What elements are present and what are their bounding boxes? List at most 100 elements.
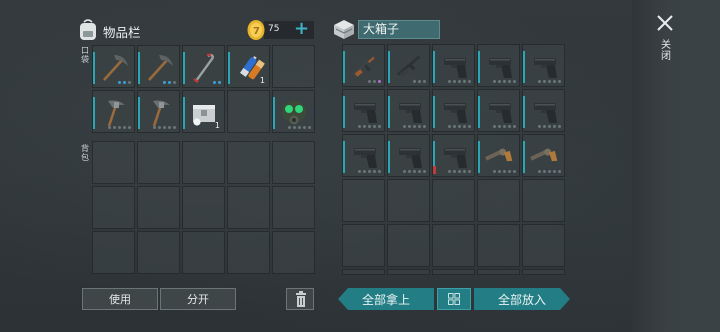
quality-dot	[553, 80, 556, 83]
close-icon[interactable]	[656, 14, 674, 32]
empty-slot[interactable]	[137, 141, 180, 184]
empty-slot[interactable]	[477, 224, 520, 267]
empty-slot[interactable]	[477, 269, 520, 275]
slot-stripe	[183, 52, 185, 84]
empty-slot[interactable]	[342, 179, 385, 222]
empty-slot[interactable]	[477, 179, 520, 222]
empty-slot[interactable]	[137, 231, 180, 274]
quality-dot	[468, 80, 471, 83]
empty-slot[interactable]	[342, 224, 385, 267]
slot-pickaxe[interactable]	[92, 45, 135, 88]
slot-crowbar[interactable]	[182, 45, 225, 88]
quality-dot	[163, 126, 166, 129]
quality-dots	[403, 125, 426, 128]
quality-dot	[468, 125, 471, 128]
quality-dot	[508, 80, 511, 83]
slot-pistol[interactable]	[522, 89, 565, 132]
coin-icon: 7	[247, 20, 265, 40]
quality-dot	[153, 126, 156, 129]
empty-slot[interactable]	[227, 90, 270, 133]
quality-dot	[123, 81, 126, 84]
empty-slot[interactable]	[137, 186, 180, 229]
empty-slot[interactable]	[432, 179, 475, 222]
slot-pistol[interactable]	[342, 134, 385, 177]
empty-slot[interactable]	[182, 186, 225, 229]
empty-slot[interactable]	[92, 141, 135, 184]
slot-hammer-pick[interactable]	[137, 90, 180, 133]
empty-slot[interactable]	[227, 141, 270, 184]
slot-pistol[interactable]	[387, 134, 430, 177]
trash-button[interactable]	[286, 288, 314, 310]
slot-pistol[interactable]	[522, 44, 565, 87]
quality-dot	[493, 80, 496, 83]
quality-dot	[173, 81, 176, 84]
slot-revolver[interactable]	[522, 134, 565, 177]
slot-pistol[interactable]	[432, 134, 475, 177]
coin-count: 75	[268, 24, 280, 34]
quality-dots	[163, 81, 176, 84]
empty-slot[interactable]	[272, 45, 315, 88]
empty-slot[interactable]	[522, 224, 565, 267]
empty-slot[interactable]	[272, 231, 315, 274]
empty-slot[interactable]	[387, 179, 430, 222]
empty-slot[interactable]	[272, 186, 315, 229]
empty-slot[interactable]	[387, 224, 430, 267]
slot-stripe	[343, 51, 345, 83]
quality-dots	[493, 80, 516, 83]
quality-dot	[118, 126, 121, 129]
slot-battery[interactable]: 1	[227, 45, 270, 88]
empty-slot[interactable]	[272, 141, 315, 184]
split-button[interactable]: 分开	[160, 288, 236, 310]
empty-slot[interactable]	[227, 186, 270, 229]
slot-gas-mask[interactable]	[272, 90, 315, 133]
empty-slot[interactable]	[182, 141, 225, 184]
quality-dot	[513, 125, 516, 128]
empty-slot[interactable]	[432, 269, 475, 275]
empty-slot[interactable]	[92, 186, 135, 229]
slot-revolver[interactable]	[477, 134, 520, 177]
quality-dot	[543, 170, 546, 173]
quality-dot	[423, 80, 426, 83]
close-label[interactable]: 关闭	[660, 40, 672, 62]
quality-dot	[453, 170, 456, 173]
empty-slot[interactable]	[387, 269, 430, 275]
take-all-button[interactable]: 全部拿上	[338, 288, 434, 310]
empty-slot[interactable]	[522, 179, 565, 222]
empty-slot[interactable]	[227, 231, 270, 274]
add-coin-button[interactable]: +	[294, 19, 309, 39]
quality-dot	[558, 170, 561, 173]
sort-button[interactable]	[437, 288, 471, 310]
slot-hammer-pick[interactable]	[92, 90, 135, 133]
slot-rifle[interactable]	[387, 44, 430, 87]
empty-slot[interactable]	[522, 269, 565, 275]
slot-stripe	[388, 51, 390, 83]
slot-pistol[interactable]	[477, 44, 520, 87]
quality-dot	[463, 170, 466, 173]
empty-slot[interactable]	[432, 224, 475, 267]
slot-stripe	[388, 96, 390, 128]
slot-pistol[interactable]	[432, 89, 475, 132]
quality-dot	[498, 170, 501, 173]
slot-stripe	[183, 97, 185, 129]
empty-slot[interactable]	[182, 231, 225, 274]
use-button[interactable]: 使用	[82, 288, 158, 310]
slot-pistol[interactable]	[477, 89, 520, 132]
quality-dots	[448, 80, 471, 83]
inventory-title: 物品栏	[103, 25, 141, 40]
slot-pickaxe[interactable]	[137, 45, 180, 88]
put-all-button[interactable]: 全部放入	[474, 288, 570, 310]
quality-dot	[453, 125, 456, 128]
quality-dot	[513, 170, 516, 173]
slot-stripe	[273, 97, 275, 129]
slot-pistol[interactable]	[342, 89, 385, 132]
slot-rifle-ak[interactable]	[342, 44, 385, 87]
empty-slot[interactable]	[342, 269, 385, 275]
empty-slot[interactable]	[92, 231, 135, 274]
slot-pistol[interactable]	[432, 44, 475, 87]
quality-dot	[303, 126, 306, 129]
slot-pistol[interactable]	[387, 89, 430, 132]
quality-dot	[448, 80, 451, 83]
slot-metal-box[interactable]: 1	[182, 90, 225, 133]
quality-dot	[538, 125, 541, 128]
quality-dot	[538, 80, 541, 83]
